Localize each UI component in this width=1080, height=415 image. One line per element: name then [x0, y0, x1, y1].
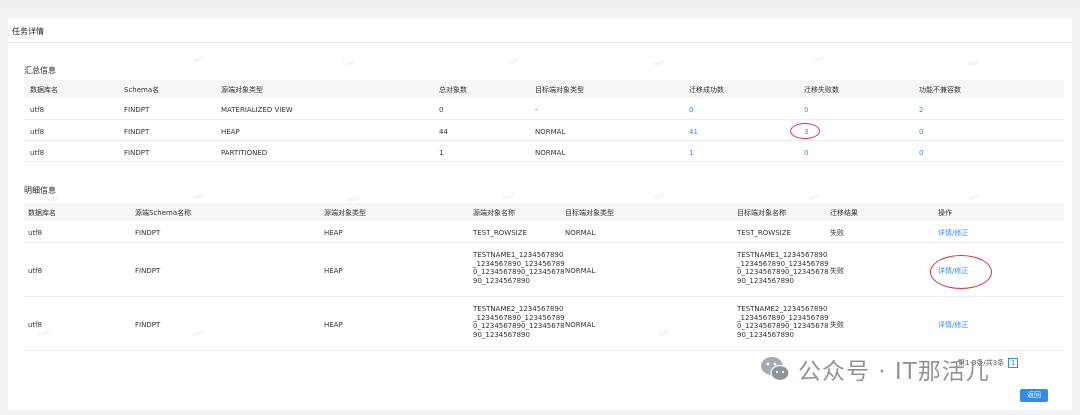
watermark: test: [502, 191, 516, 202]
column-header: 源端对象类型: [324, 209, 366, 217]
table-cell: FINDPT: [135, 321, 161, 329]
watermark: test: [967, 58, 981, 69]
watermark: test: [192, 54, 206, 65]
column-header: 源端Schema名称: [135, 209, 192, 217]
detail-table-header: 数据库名 源端Schema名称 源端对象类型 源端对象名称 目标端对象类型 目标…: [24, 203, 1064, 221]
table-row: utf8 FINDPT MATERIALIZED VIEW 0 - 0 0 2: [24, 98, 1064, 120]
table-cell: HEAP: [221, 128, 240, 136]
failure-count-link[interactable]: 3: [804, 128, 808, 136]
column-header: Schema名: [124, 86, 160, 94]
wechat-watermark: 公众号 · IT那活儿: [760, 352, 990, 386]
watermark: test: [192, 191, 206, 202]
column-header: 数据库名: [28, 209, 56, 217]
page-title: 任务详情: [12, 27, 44, 36]
watermark: test: [967, 192, 981, 203]
wechat-logo-icon: [760, 355, 790, 383]
column-header: 功能不兼容数: [919, 86, 961, 94]
watermark: test: [652, 191, 666, 202]
table-cell: NORMAL: [565, 229, 596, 237]
summary-table: 数据库名 Schema名 源端对象类型 总对象数 目标端对象类型 迁移成功数 迁…: [24, 80, 1064, 162]
success-count-link[interactable]: 41: [689, 128, 698, 136]
table-cell: FINDPT: [135, 267, 161, 275]
table-cell: utf8: [30, 149, 45, 157]
column-header: 目标端对象名称: [737, 209, 786, 217]
table-cell: utf8: [30, 106, 45, 114]
summary-section-title: 汇总信息: [24, 66, 56, 75]
table-cell: FINDPT: [124, 128, 150, 136]
table-cell: TESTNAME1_1234567890 _1234567890_1234567…: [473, 251, 565, 285]
table-cell: TESTNAME1_1234567890 _1234567890_1234567…: [737, 251, 829, 285]
table-cell: 失败: [830, 321, 844, 329]
table-cell: HEAP: [324, 267, 343, 275]
column-header: 目标端对象类型: [535, 86, 584, 94]
incompatible-count-link[interactable]: 0: [919, 149, 923, 157]
table-cell: 失败: [830, 267, 844, 275]
column-header: 总对象数: [439, 86, 467, 94]
title-divider: [8, 42, 1072, 43]
table-cell: HEAP: [324, 229, 343, 237]
table-cell: 1: [439, 149, 444, 157]
table-cell: utf8: [28, 267, 43, 275]
success-count-link[interactable]: 0: [689, 106, 693, 114]
table-cell: PARTITIONED: [221, 149, 268, 157]
table-cell: TEST_ROWSIZE: [737, 229, 791, 237]
incompatible-count-link[interactable]: 2: [919, 106, 923, 114]
table-row: utf8 FINDPT HEAP TESTNAME2_1234567890 _1…: [24, 297, 1064, 351]
table-cell: 0: [439, 106, 444, 114]
summary-table-header: 数据库名 Schema名 源端对象类型 总对象数 目标端对象类型 迁移成功数 迁…: [24, 80, 1064, 98]
table-cell: utf8: [30, 128, 45, 136]
table-cell: FINDPT: [135, 229, 161, 237]
page-1-button[interactable]: 1: [1008, 358, 1019, 368]
column-header: 源端对象类型: [221, 86, 263, 94]
failure-count-link[interactable]: 0: [804, 149, 808, 157]
table-row: utf8 FINDPT HEAP TEST_ROWSIZE NORMAL TES…: [24, 221, 1064, 243]
column-header: 数据库名: [30, 86, 58, 94]
detail-fix-link[interactable]: 详情/修正: [938, 321, 968, 329]
wechat-account-name: 公众号 · IT那活儿: [798, 359, 990, 385]
table-cell: utf8: [28, 229, 43, 237]
detail-fix-link[interactable]: 详情/修正: [938, 229, 968, 237]
table-cell: MATERIALIZED VIEW: [221, 106, 293, 114]
table-cell: FINDPT: [124, 106, 150, 114]
watermark: test: [652, 58, 666, 69]
incompatible-count-link[interactable]: 0: [919, 128, 923, 136]
detail-table: 数据库名 源端Schema名称 源端对象类型 源端对象名称 目标端对象类型 目标…: [24, 203, 1064, 351]
column-header: 迁移成功数: [689, 86, 724, 94]
table-cell: 失败: [830, 229, 844, 237]
table-cell: FINDPT: [124, 149, 150, 157]
watermark: test: [507, 56, 521, 67]
table-cell: TESTNAME2_1234567890 _1234567890_1234567…: [473, 305, 565, 339]
column-header: 源端对象名称: [473, 209, 515, 217]
column-header: 操作: [938, 209, 952, 217]
table-cell: NORMAL: [565, 321, 596, 329]
table-cell: utf8: [28, 321, 43, 329]
table-cell: TESTNAME2_1234567890 _1234567890_1234567…: [737, 305, 829, 339]
detail-fix-link[interactable]: 详情/修正: [938, 267, 968, 275]
watermark: test: [812, 54, 826, 65]
detail-section-title: 明细信息: [24, 186, 56, 195]
column-header: 目标端对象类型: [565, 209, 614, 217]
success-count-link[interactable]: 1: [689, 149, 693, 157]
table-cell: 44: [439, 128, 448, 136]
table-row: utf8 FINDPT PARTITIONED 1 NORMAL 1 0 0: [24, 141, 1064, 162]
table-cell: NORMAL: [535, 149, 566, 157]
table-cell: NORMAL: [535, 128, 566, 136]
table-cell: TEST_ROWSIZE: [473, 229, 527, 237]
watermark: test: [342, 58, 356, 69]
watermark: test: [807, 192, 821, 203]
back-button[interactable]: 返回: [1020, 389, 1048, 402]
top-bar: [0, 0, 1080, 8]
table-row: utf8 FINDPT HEAP 44 NORMAL 41 3 0: [24, 120, 1064, 141]
column-header: 迁移失败数: [804, 86, 839, 94]
table-row: utf8 FINDPT HEAP TESTNAME1_1234567890 _1…: [24, 243, 1064, 297]
table-cell: -: [535, 106, 538, 114]
column-header: 迁移结果: [830, 209, 858, 217]
table-cell: HEAP: [324, 321, 343, 329]
table-cell: NORMAL: [565, 267, 596, 275]
failure-count-link[interactable]: 0: [804, 106, 808, 114]
